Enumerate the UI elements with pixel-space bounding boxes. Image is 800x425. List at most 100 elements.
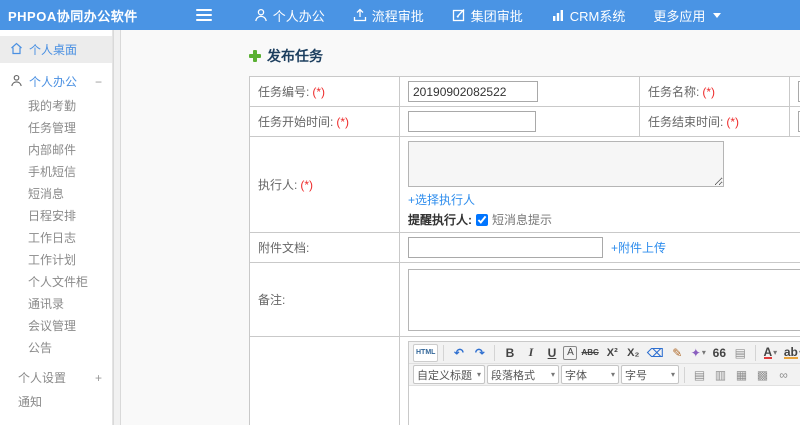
upload-icon — [353, 8, 367, 22]
app-title: PHPOA协同办公软件 — [8, 8, 138, 24]
required-mark: (*) — [702, 85, 716, 99]
nav-group-approval[interactable]: 集团审批 — [438, 0, 537, 30]
sidebar: 个人桌面 个人办公 − 我的考勤 任务管理 内部邮件 手机短信 短消息 日程安排… — [0, 30, 113, 425]
nav-workflow-approval[interactable]: 流程审批 — [339, 0, 438, 30]
main-nav: 个人办公 流程审批 集团审批 CRM系统 更多应用 — [240, 0, 736, 30]
html-source-button[interactable]: HTML — [413, 343, 439, 362]
end-time-label: 任务结束时间: (*) — [639, 106, 790, 137]
superscript-button[interactable]: X² — [603, 344, 622, 362]
task-name-label: 任务名称: (*) — [639, 76, 790, 107]
toolbar-separator — [684, 366, 685, 383]
main-content: 发布任务 任务编号:(*) 任务名称:(*) 任务开始时间:(*) — [121, 30, 800, 425]
select-executor-link[interactable]: +选择执行人 — [408, 193, 475, 207]
align-justify-button[interactable]: ▩ — [753, 366, 772, 384]
bold-button[interactable]: B — [500, 344, 519, 362]
custom-title-select[interactable]: 自定义标题 ▾ — [413, 365, 485, 384]
sidebar-item-meeting-management[interactable]: 会议管理 — [0, 315, 112, 337]
font-family-select[interactable]: 字体 ▾ — [561, 365, 619, 384]
edit-icon — [452, 8, 466, 22]
paste-button[interactable]: ▤ — [731, 344, 750, 362]
remark-label: 备注: — [249, 262, 400, 337]
editor-toolbar-row2: 自定义标题▾ 段落格式▾ 字体▾ 字号▾ ▤ ▥ ▦ ▩ ∞ ⊘ ▣ ▣ ▮ — [409, 364, 800, 386]
editor-row-label — [249, 336, 400, 425]
strikethrough-button[interactable]: ABC — [579, 344, 600, 362]
page-title-text: 发布任务 — [267, 48, 323, 64]
remove-format-button[interactable]: ⌫ — [645, 344, 666, 362]
collapse-icon[interactable]: − — [95, 75, 102, 89]
sidebar-item-file-cabinet[interactable]: 个人文件柜 — [0, 271, 112, 293]
highlight-color-button[interactable]: ab▾ — [782, 344, 800, 362]
sidebar-item-schedule[interactable]: 日程安排 — [0, 205, 112, 227]
required-mark: (*) — [726, 115, 740, 129]
align-left-button[interactable]: ▤ — [690, 366, 709, 384]
sidebar-item-work-plan[interactable]: 工作计划 — [0, 249, 112, 271]
nav-label: 个人办公 — [272, 8, 325, 24]
plus-icon — [249, 50, 261, 62]
sidebar-item-desktop[interactable]: 个人桌面 — [0, 36, 112, 63]
align-center-button[interactable]: ▥ — [711, 366, 730, 384]
sidebar-item-task-management[interactable]: 任务管理 — [0, 117, 112, 139]
chevron-down-icon: ▾ — [670, 370, 675, 379]
chevron-down-icon — [713, 12, 722, 18]
sidebar-item-label: 个人办公 — [29, 75, 78, 89]
sidebar-item-work-log[interactable]: 工作日志 — [0, 227, 112, 249]
sidebar-item-attendance[interactable]: 我的考勤 — [0, 95, 112, 117]
sidebar-item-internal-mail[interactable]: 内部邮件 — [0, 139, 112, 161]
blockquote-button[interactable]: 66 — [710, 344, 729, 362]
format-brush-button[interactable]: ✎ — [668, 344, 687, 362]
expand-icon[interactable]: + — [95, 371, 102, 385]
sidebar-item-personal-settings[interactable]: 个人设置 + — [0, 364, 112, 391]
executor-label: 执行人: (*) — [249, 136, 400, 233]
sidebar-item-notice[interactable]: 通知 — [0, 391, 112, 413]
character-style-button[interactable]: A — [563, 345, 578, 360]
chevron-down-icon: ▾ — [476, 370, 481, 379]
sms-reminder-checkbox[interactable] — [476, 213, 488, 226]
user-icon — [10, 74, 23, 90]
executor-textarea[interactable] — [408, 141, 724, 187]
sidebar-item-contacts[interactable]: 通讯录 — [0, 293, 112, 315]
sidebar-item-short-message[interactable]: 短消息 — [0, 183, 112, 205]
nav-label: 集团审批 — [470, 8, 523, 24]
task-number-label: 任务编号: (*) — [249, 76, 400, 107]
toolbar-separator — [443, 344, 445, 361]
sms-reminder-option: 短消息提示 — [492, 213, 553, 227]
chevron-down-icon: ▾ — [701, 348, 706, 357]
nav-more-apps[interactable]: 更多应用 — [639, 0, 735, 30]
font-size-select[interactable]: 字号 ▾ — [621, 365, 679, 384]
required-mark: (*) — [336, 115, 350, 129]
start-time-input[interactable] — [408, 111, 536, 132]
sidebar-item-personal-office[interactable]: 个人办公 − — [0, 68, 112, 95]
insert-link-button[interactable]: ∞ — [774, 366, 793, 384]
user-icon — [254, 8, 268, 22]
nav-label: 流程审批 — [371, 8, 424, 24]
page-title: 发布任务 — [249, 46, 800, 66]
sidebar-item-announcement[interactable]: 公告 — [0, 337, 112, 359]
undo-button[interactable]: ↶ — [449, 344, 468, 362]
align-right-button[interactable]: ▦ — [732, 366, 751, 384]
italic-button[interactable]: I — [521, 344, 540, 362]
required-mark: (*) — [300, 178, 314, 192]
paragraph-format-select[interactable]: 段落格式 ▾ — [487, 365, 559, 384]
attachment-label: 附件文档: — [249, 232, 400, 263]
underline-button[interactable]: U — [542, 344, 561, 362]
subscript-button[interactable]: X₂ — [624, 344, 643, 362]
attachment-input[interactable] — [408, 237, 603, 258]
chevron-down-icon: ▾ — [610, 370, 615, 379]
start-time-label: 任务开始时间: (*) — [249, 106, 400, 137]
remark-textarea[interactable] — [408, 268, 800, 331]
attachment-upload-link[interactable]: +附件上传 — [611, 239, 666, 256]
font-color-button[interactable]: A ▾ — [761, 344, 780, 362]
nav-crm-system[interactable]: CRM系统 — [537, 0, 640, 30]
redo-button[interactable]: ↷ — [470, 344, 489, 362]
menu-toggle-icon[interactable] — [195, 9, 212, 21]
top-navbar: PHPOA协同办公软件 个人办公 流程审批 集团审批 CRM系统 更多应用 — [0, 0, 800, 30]
sidebar-scrollbar[interactable] — [113, 30, 121, 425]
sidebar-item-mobile-sms[interactable]: 手机短信 — [0, 161, 112, 183]
unlink-button[interactable]: ⊘ — [795, 366, 800, 384]
nav-personal-office[interactable]: 个人办公 — [240, 0, 339, 30]
chevron-down-icon: ▾ — [773, 348, 778, 357]
auto-format-button[interactable]: ✦ ▾ — [689, 344, 708, 362]
editor-content-area[interactable] — [409, 386, 800, 425]
task-number-input[interactable] — [408, 81, 538, 102]
publish-task-form: 任务编号:(*) 任务名称:(*) 任务开始时间:(*) 任务结束时间:(*) — [249, 76, 800, 425]
